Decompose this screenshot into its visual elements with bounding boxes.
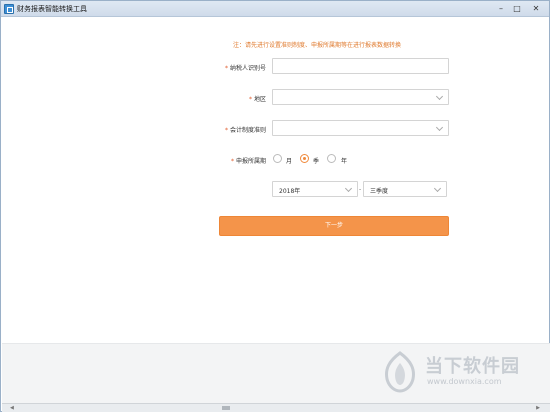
filing-period-label: * 申报所属期 <box>206 156 266 165</box>
required-mark: * <box>224 127 228 134</box>
chevron-down-icon <box>344 184 353 193</box>
year-select[interactable]: 2018年 <box>272 181 358 197</box>
minimize-button[interactable]: – <box>494 3 508 14</box>
required-mark: * <box>224 65 228 72</box>
radio-quarter[interactable] <box>300 154 309 163</box>
region-label: * 地区 <box>206 94 266 103</box>
radio-month[interactable] <box>273 154 282 163</box>
maximize-button[interactable]: □ <box>510 3 524 14</box>
title-bar[interactable]: 财务报表智能转换工具 – □ ✕ <box>1 1 549 17</box>
scroll-left-icon[interactable]: ◀ <box>10 405 14 411</box>
quarter-select[interactable]: 三季度 <box>363 181 447 197</box>
notice-text: 注：请先进行设置准则制度、申报所属期等在进行报表数据转换 <box>233 42 402 49</box>
chevron-down-icon <box>435 92 444 101</box>
required-mark: * <box>230 158 234 165</box>
accounting-standard-label: * 会计制度准则 <box>206 125 266 134</box>
taxpayer-id-label-text: 纳税人识别号 <box>229 65 266 72</box>
filing-period-label-text: 申报所属期 <box>235 158 266 165</box>
watermark-name: 当下软件园 <box>425 356 520 377</box>
radio-month-label[interactable]: 月 <box>286 156 292 165</box>
radio-year-label[interactable]: 年 <box>341 156 347 165</box>
watermark: 当下软件园 www.downxia.com <box>381 347 541 397</box>
radio-year[interactable] <box>327 154 336 163</box>
bottom-scrollbar-area: ◀ ▶ <box>2 403 550 412</box>
app-icon <box>4 4 14 14</box>
radio-quarter-label[interactable]: 季 <box>313 156 319 165</box>
region-select[interactable] <box>272 89 449 105</box>
accounting-standard-select[interactable] <box>272 120 449 136</box>
chevron-down-icon <box>433 184 442 193</box>
required-mark: * <box>248 96 252 103</box>
period-separator: - <box>359 186 362 193</box>
chevron-down-icon <box>435 123 444 132</box>
accounting-standard-label-text: 会计制度准则 <box>229 127 266 134</box>
region-label-text: 地区 <box>253 96 266 103</box>
taxpayer-id-label: * 纳税人识别号 <box>206 63 266 72</box>
watermark-logo-icon <box>385 351 415 393</box>
next-step-button[interactable]: 下一步 <box>219 216 449 236</box>
taxpayer-id-input[interactable] <box>272 58 449 74</box>
window-title: 财务报表智能转换工具 <box>17 5 87 13</box>
year-select-value: 2018年 <box>279 188 301 195</box>
scroll-thumb[interactable] <box>222 406 230 410</box>
close-button[interactable]: ✕ <box>526 3 546 14</box>
horizontal-scrollbar[interactable]: ◀ ▶ <box>10 405 540 411</box>
scroll-right-icon[interactable]: ▶ <box>536 405 540 411</box>
app-window: 财务报表智能转换工具 – □ ✕ 注：请先进行设置准则制度、申报所属期等在进行报… <box>0 0 550 412</box>
watermark-url: www.downxia.com <box>427 377 502 386</box>
quarter-select-value: 三季度 <box>370 188 389 195</box>
